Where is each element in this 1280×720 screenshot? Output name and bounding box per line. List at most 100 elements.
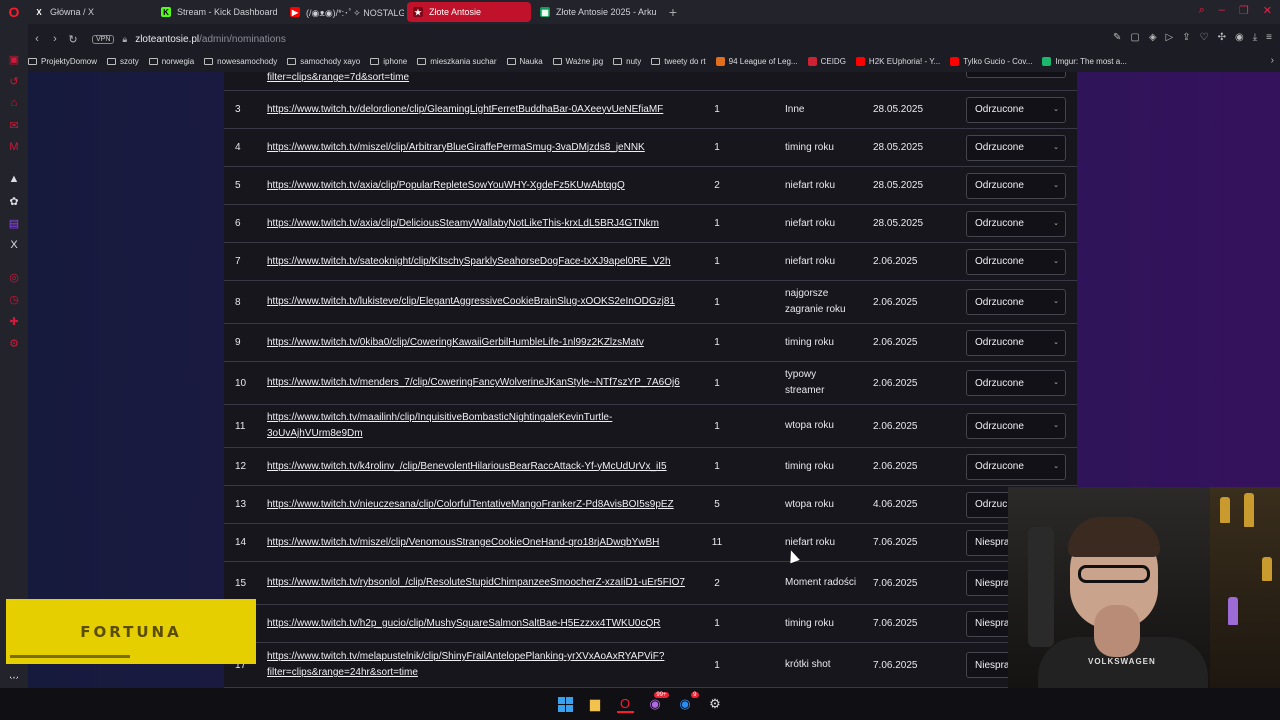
bookmark-site[interactable]: Imgur: The most a... xyxy=(1042,56,1127,66)
aria-icon[interactable]: ▲ xyxy=(7,172,21,186)
crypto-icon[interactable]: ⌂ xyxy=(7,96,21,110)
wallet-icon[interactable]: ▣ xyxy=(7,52,21,66)
url-field[interactable]: zloteantosie.pl/admin/nominations xyxy=(135,34,286,45)
play-icon[interactable]: ▷ xyxy=(1166,32,1174,43)
clip-link[interactable]: https://www.twitch.tv/axia/clip/PopularR… xyxy=(267,178,692,194)
minimize-icon[interactable]: – xyxy=(1219,4,1225,17)
extensions-icon[interactable]: ✣ xyxy=(1218,32,1226,43)
lock-icon[interactable]: 🔒︎ xyxy=(122,34,127,45)
status-select[interactable]: Odrzucone ⌄ xyxy=(966,329,1066,356)
tab-youtube[interactable]: ▶ (/◉ᴥ◉)/*:･ﾟ✧ NOSTALGI xyxy=(284,2,404,22)
status-select[interactable]: Odrzucone ⌄ xyxy=(966,210,1066,237)
download-icon[interactable]: ⤓ xyxy=(1253,32,1257,43)
reload-icon[interactable]: ↻ xyxy=(64,33,82,46)
tab-kick[interactable]: K Stream - Kick Dashboard xyxy=(155,2,281,22)
opera-gx-icon[interactable]: O xyxy=(616,696,634,713)
bookmark-folder[interactable]: norwegia xyxy=(148,57,194,66)
clip-link[interactable]: filter=clips&range=7d&sort=time xyxy=(267,72,409,83)
status-select[interactable]: Odrzucone ⌄ xyxy=(966,172,1066,199)
status-select[interactable] xyxy=(966,72,1066,78)
history-icon[interactable]: ◷ xyxy=(7,292,21,306)
clip-link[interactable]: https://www.twitch.tv/k4rolinv_/clip/Ben… xyxy=(267,459,692,475)
clip-link[interactable]: https://www.twitch.tv/delordione/clip/Gl… xyxy=(267,102,692,118)
search-tabs-icon[interactable]: ⌕ xyxy=(1199,4,1205,17)
windows-start-icon[interactable] xyxy=(557,696,574,713)
opera-logo-icon[interactable]: O xyxy=(0,0,28,24)
chevron-down-icon: ⌄ xyxy=(1053,379,1059,386)
status-select[interactable]: Odrzucone ⌄ xyxy=(966,370,1066,396)
clip-link[interactable]: https://www.twitch.tv/lukisteve/clip/Ele… xyxy=(267,294,692,310)
votes-count: 1 xyxy=(714,461,720,472)
snapshot-icon[interactable]: ▢ xyxy=(1130,32,1139,43)
profile-icon[interactable]: ◉ xyxy=(1235,32,1244,43)
bookmark-folder[interactable]: samochody xayo xyxy=(287,57,360,66)
clip-link[interactable]: https://www.twitch.tv/menders_7/clip/Cow… xyxy=(267,375,692,391)
new-tab-button[interactable]: + xyxy=(665,4,681,20)
forward-icon[interactable]: › xyxy=(46,33,64,45)
taskbar: ▆ O ◉ 99+ ◉ 9 ⚙ xyxy=(0,688,1280,720)
messenger-icon[interactable]: ◉ 99+ xyxy=(647,691,669,713)
nominations-table: filter=clips&range=7d&sort=time 3 https:… xyxy=(224,72,1077,688)
shield-icon[interactable]: ◈ xyxy=(1149,32,1157,43)
status-select[interactable]: Odrzucone ⌄ xyxy=(966,289,1066,315)
bookmark-folder[interactable]: Ważne jpg xyxy=(552,57,603,66)
pin-icon[interactable]: ✎ xyxy=(1113,32,1121,43)
bookmark-site[interactable]: CEIDG xyxy=(807,56,846,66)
clip-link[interactable]: https://www.twitch.tv/axia/clip/Deliciou… xyxy=(267,216,692,232)
steam-icon[interactable]: ⚙ xyxy=(707,696,724,713)
bookmark-site[interactable]: H2K EUphoria! - Y... xyxy=(855,56,940,66)
clip-link[interactable]: https://www.twitch.tv/melapustelnik/clip… xyxy=(267,649,692,681)
extensions-icon[interactable]: ✚ xyxy=(7,314,21,328)
tab-sheets[interactable]: ▦ Złote Antosie 2025 - Arku xyxy=(534,2,658,22)
table-row: 5 https://www.twitch.tv/axia/clip/Popula… xyxy=(224,167,1077,205)
settings-icon[interactable]: ⚙ xyxy=(7,336,21,350)
clip-link[interactable]: https://www.twitch.tv/sateoknight/clip/K… xyxy=(267,254,692,270)
clip-link[interactable]: https://www.twitch.tv/rybsonlol_/clip/Re… xyxy=(267,575,692,591)
microphone xyxy=(1028,527,1054,647)
status-select[interactable]: Odrzucone ⌄ xyxy=(966,453,1066,480)
chevron-down-icon: ⌄ xyxy=(1053,143,1059,151)
status-value: Odrzucone xyxy=(975,377,1024,389)
status-select[interactable]: Odrzucone ⌄ xyxy=(966,96,1066,123)
player-icon[interactable]: ◎ xyxy=(7,270,21,284)
gmail-icon[interactable]: M xyxy=(7,140,21,154)
clip-link[interactable]: https://www.twitch.tv/0kiba0/clip/Coweri… xyxy=(267,335,692,351)
file-explorer-icon[interactable]: ▆ xyxy=(587,696,604,713)
bookmark-folder[interactable]: ProjektyDomow xyxy=(28,57,97,66)
clip-link[interactable]: https://www.twitch.tv/maailinh/clip/Inqu… xyxy=(267,410,692,442)
tab-zlote-antosie[interactable]: ★ Złote Antosie xyxy=(407,2,531,22)
bookmark-folder[interactable]: szoty xyxy=(107,57,139,66)
bookmark-folder[interactable]: iphone xyxy=(370,57,407,66)
bookmarks-more-icon[interactable]: › xyxy=(1271,55,1274,66)
bookmark-folder[interactable]: Nauka xyxy=(506,57,543,66)
menu-icon[interactable]: ≡ xyxy=(1266,32,1272,43)
restore-icon[interactable]: ❐ xyxy=(1239,4,1249,17)
share-icon[interactable]: ⇪ xyxy=(1182,32,1190,43)
close-icon[interactable]: ✕ xyxy=(1263,4,1272,17)
clip-link[interactable]: https://www.twitch.tv/miszel/clip/Arbitr… xyxy=(267,140,692,156)
status-select[interactable]: Odrzucone ⌄ xyxy=(966,248,1066,275)
vpn-badge[interactable]: VPN xyxy=(92,34,115,44)
bookmark-site[interactable]: 94 League of Leg... xyxy=(715,56,798,66)
clip-link[interactable]: https://www.twitch.tv/miszel/clip/Venomo… xyxy=(267,535,692,551)
status-select[interactable]: Odrzucone ⌄ xyxy=(966,134,1066,161)
bookmark-folder[interactable]: tweety do rt xyxy=(651,57,706,66)
chatgpt-icon[interactable]: ✿ xyxy=(7,194,21,208)
flow-icon[interactable]: ↺ xyxy=(7,74,21,88)
bookmark-site[interactable]: Tylko Gucio - Cov... xyxy=(950,56,1032,66)
category: Moment radości xyxy=(785,577,857,588)
clip-link[interactable]: https://www.twitch.tv/nieuczesana/clip/C… xyxy=(267,497,692,513)
twitch-icon[interactable]: ▤ xyxy=(7,216,21,230)
back-icon[interactable]: ‹ xyxy=(28,33,46,45)
bookmark-folder[interactable]: mieszkania suchar xyxy=(417,57,497,66)
bookmark-folder[interactable]: nowesamochody xyxy=(204,57,277,66)
bookmark-folder[interactable]: nuty xyxy=(613,57,641,66)
heart-icon[interactable]: ♡ xyxy=(1200,32,1209,43)
status-value: Odrzuc xyxy=(975,499,1008,510)
status-select[interactable]: Odrzucone ⌄ xyxy=(966,413,1066,439)
messenger-icon[interactable]: ✉ xyxy=(7,118,21,132)
clip-link[interactable]: https://www.twitch.tv/h2p_gucio/clip/Mus… xyxy=(267,616,692,632)
x-icon[interactable]: X xyxy=(7,238,21,252)
tab-x[interactable]: X Główna / X xyxy=(28,2,152,22)
messenger-blue-icon[interactable]: ◉ 9 xyxy=(677,691,699,713)
